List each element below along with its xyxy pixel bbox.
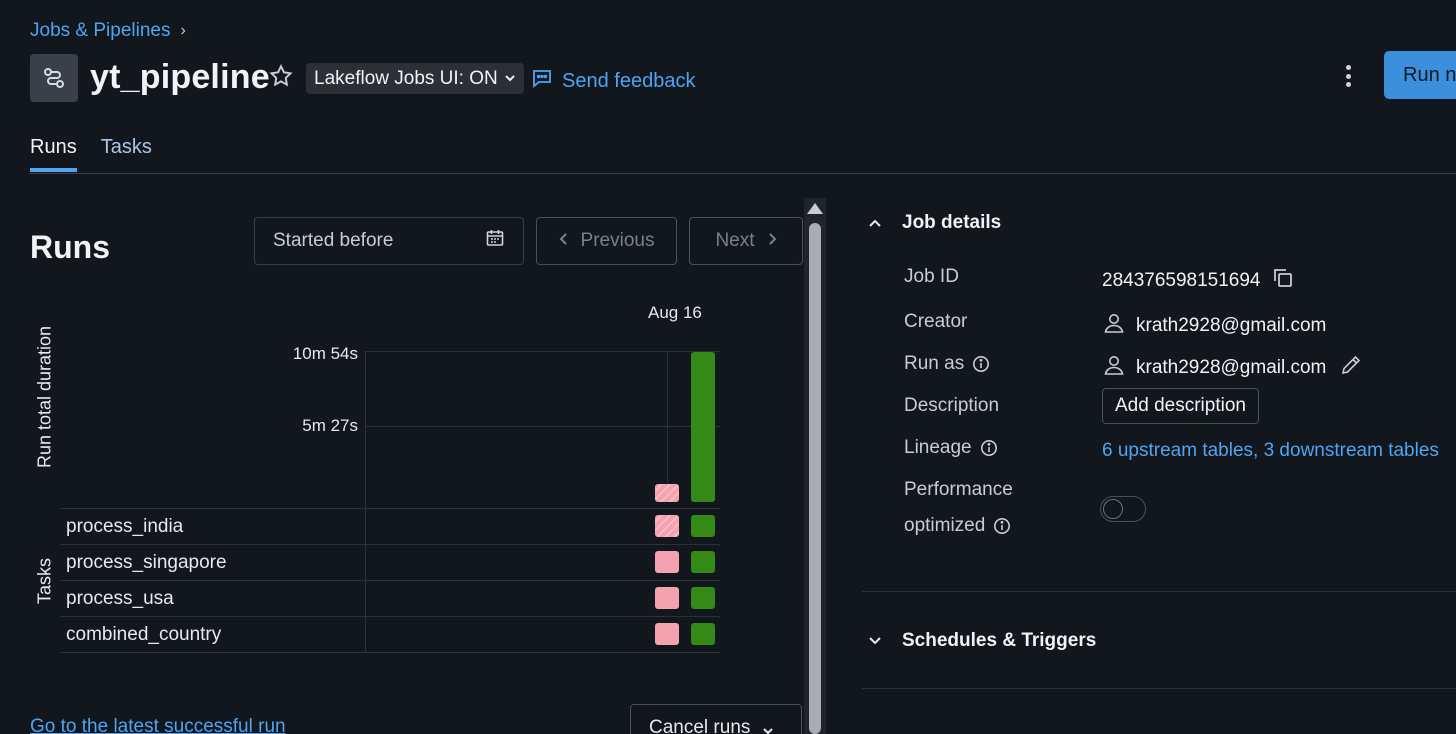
cancel-runs-button[interactable]: Cancel runs (630, 704, 802, 734)
tabs-divider (30, 173, 1456, 174)
task-run-cell-succeeded[interactable] (691, 515, 715, 537)
previous-label: Previous (580, 230, 655, 251)
task-run-cell-succeeded[interactable] (691, 587, 715, 609)
task-row-label[interactable]: process_usa (66, 588, 174, 610)
lineage-tables-link[interactable]: 6 upstream tables, 3 downstream tables (1102, 440, 1439, 462)
started-before-placeholder: Started before (273, 230, 394, 251)
creator-value-row: krath2928@gmail.com (1102, 311, 1326, 341)
more-options-kebab-icon[interactable] (1338, 62, 1358, 90)
run-bar-failed[interactable] (655, 484, 679, 502)
latest-successful-run-link[interactable]: Go to the latest successful run (30, 716, 286, 734)
task-row-divider (60, 544, 720, 545)
performance-label-line1: Performance (904, 479, 1013, 500)
section-divider (862, 688, 1456, 689)
task-run-cell-failed[interactable] (655, 515, 679, 537)
copy-icon[interactable] (1271, 266, 1295, 296)
chevron-left-icon (559, 230, 569, 252)
breadcrumb: Jobs & Pipelines › (30, 20, 186, 42)
y-tick-mid: 5m 27s (302, 416, 358, 435)
toggle-knob (1103, 499, 1123, 519)
job-id-value: 284376598151694 (1102, 270, 1261, 291)
chevron-up-icon (866, 218, 884, 228)
lineage-label: Lineage (904, 437, 972, 458)
grid-line-vertical (667, 351, 668, 501)
chevron-down-icon (762, 717, 774, 734)
performance-optimized-toggle[interactable] (1100, 496, 1146, 522)
send-feedback-link[interactable]: Send feedback (530, 66, 695, 96)
task-run-cell-failed[interactable] (655, 551, 679, 573)
job-details-title: Job details (902, 212, 1002, 233)
pencil-edit-icon[interactable] (1340, 354, 1362, 382)
breadcrumb-jobs-pipelines[interactable]: Jobs & Pipelines (30, 20, 170, 42)
schedules-triggers-section-toggle[interactable]: Schedules & Triggers (866, 630, 1096, 652)
next-button[interactable]: Next (689, 217, 803, 265)
chevron-down-icon (866, 636, 884, 646)
previous-button[interactable]: Previous (536, 217, 677, 265)
run-now-button[interactable]: Run now (1384, 51, 1456, 99)
performance-label-row: optimized (904, 515, 1011, 537)
runs-scrollbar-thumb[interactable] (809, 223, 821, 734)
description-label: Description (904, 395, 1000, 416)
creator-label: Creator (904, 311, 968, 332)
section-divider (862, 591, 1456, 592)
chevron-right-icon (767, 230, 777, 252)
task-run-cell-failed[interactable] (655, 587, 679, 609)
tasks-axis-label: Tasks (34, 557, 55, 605)
add-description-button[interactable]: Add description (1102, 388, 1259, 424)
chevron-right-icon: › (180, 22, 186, 39)
run-as-label-row: Run as (904, 353, 990, 375)
task-row-label[interactable]: combined_country (66, 624, 221, 646)
tasks-axis-label-container: Tasks (30, 510, 60, 652)
favorite-star-icon[interactable] (268, 63, 294, 96)
task-row-divider (60, 508, 720, 509)
info-icon[interactable] (972, 355, 990, 373)
task-row-label[interactable]: process_singapore (66, 552, 227, 574)
cancel-runs-label: Cancel runs (649, 717, 751, 734)
user-icon (1102, 353, 1126, 383)
info-icon[interactable] (980, 439, 998, 457)
task-row-divider (60, 652, 720, 653)
task-run-cell-failed[interactable] (655, 623, 679, 645)
task-run-cell-succeeded[interactable] (691, 623, 715, 645)
calendar-icon[interactable] (485, 228, 505, 254)
send-feedback-label: Send feedback (562, 69, 696, 92)
page-title: yt_pipeline (90, 58, 270, 96)
lakeflow-ui-label: Lakeflow Jobs UI: ON (314, 67, 498, 89)
creator-email: krath2928@gmail.com (1136, 315, 1327, 336)
run-bar-succeeded[interactable] (691, 352, 715, 502)
run-date-label: Aug 16 (648, 303, 702, 322)
info-icon[interactable] (993, 517, 1011, 535)
schedules-triggers-title: Schedules & Triggers (902, 630, 1097, 651)
run-as-email: krath2928@gmail.com (1136, 357, 1327, 378)
tab-bar: Runs Tasks (30, 136, 152, 172)
lineage-label-row: Lineage (904, 437, 998, 459)
job-details-section-toggle[interactable]: Job details (866, 212, 1001, 234)
started-before-date-input[interactable]: Started before (254, 217, 524, 265)
job-id-value-row: 284376598151694 (1102, 266, 1295, 296)
next-label: Next (715, 230, 755, 251)
user-icon (1102, 311, 1126, 341)
task-run-cell-succeeded[interactable] (691, 551, 715, 573)
job-id-label: Job ID (904, 266, 959, 287)
y-tick-max: 10m 54s (292, 344, 358, 363)
chat-bubble-icon (530, 66, 554, 96)
scroll-up-arrow-icon[interactable] (807, 203, 823, 214)
lakeflow-ui-toggle-dropdown[interactable]: Lakeflow Jobs UI: ON (306, 63, 524, 94)
job-workflow-icon (30, 54, 78, 102)
performance-label-line2: optimized (904, 515, 986, 536)
task-row-divider (60, 616, 720, 617)
chevron-down-icon (504, 68, 516, 90)
grid-line-vertical (365, 351, 366, 652)
run-as-label: Run as (904, 353, 965, 374)
tab-runs[interactable]: Runs (30, 136, 77, 172)
y-axis-label: Run total duration (34, 325, 55, 469)
y-axis-label-container: Run total duration (30, 318, 60, 476)
runs-heading: Runs (30, 229, 110, 265)
task-row-divider (60, 580, 720, 581)
run-as-value-row: krath2928@gmail.com (1102, 353, 1362, 383)
task-row-label[interactable]: process_india (66, 516, 183, 538)
tab-tasks[interactable]: Tasks (101, 136, 152, 172)
